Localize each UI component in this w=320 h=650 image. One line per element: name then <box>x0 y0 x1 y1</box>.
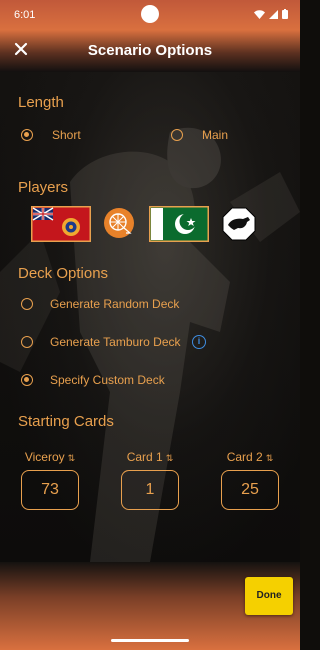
viceroy-card-input[interactable]: 73 <box>21 470 79 510</box>
system-icons <box>254 9 288 19</box>
camera-cutout <box>141 5 159 23</box>
starting-cards-section-title: Starting Cards <box>18 413 114 430</box>
players-section-title: Players <box>18 179 69 196</box>
deck-custom-label[interactable]: Specify Custom Deck <box>50 373 165 387</box>
length-short-radio[interactable] <box>21 129 33 141</box>
sort-icon: ⇅ <box>265 453 274 463</box>
spinning-wheel-icon[interactable] <box>104 208 134 238</box>
card1-input[interactable]: 1 <box>121 470 179 510</box>
deck-tamburo-radio[interactable] <box>21 336 33 348</box>
app-bar: Scenario Options <box>0 30 300 72</box>
deck-random-radio[interactable] <box>21 298 33 310</box>
done-button[interactable]: Done <box>245 577 293 615</box>
status-bar: 6:01 <box>0 0 300 30</box>
tiger-icon[interactable] <box>222 207 256 241</box>
viceroy-column-header[interactable]: Viceroy ⇅ <box>15 450 85 464</box>
deck-random-label[interactable]: Generate Random Deck <box>50 297 179 311</box>
deck-options-section-title: Deck Options <box>18 265 109 282</box>
length-main-radio[interactable] <box>171 129 183 141</box>
sort-icon: ⇅ <box>67 453 76 463</box>
wifi-icon <box>254 9 265 19</box>
info-icon[interactable]: i <box>192 335 206 349</box>
signal-icon <box>269 9 278 19</box>
deck-tamburo-label[interactable]: Generate Tamburo Deck <box>50 335 181 349</box>
card1-label: Card 1 <box>126 450 163 464</box>
card2-label: Card 2 <box>226 450 263 464</box>
length-section-title: Length <box>18 94 64 111</box>
length-main-label[interactable]: Main <box>202 128 228 142</box>
status-time: 6:01 <box>14 9 36 21</box>
length-short-label[interactable]: Short <box>52 128 81 142</box>
battery-icon <box>282 9 288 19</box>
deck-custom-radio[interactable] <box>21 374 33 386</box>
scenario-options-content: Length Short Main Players Deck Options G… <box>0 72 300 562</box>
raj-flag-icon[interactable] <box>31 206 91 242</box>
card2-input[interactable]: 25 <box>221 470 279 510</box>
viceroy-label: Viceroy <box>24 450 65 464</box>
sort-icon: ⇅ <box>165 453 174 463</box>
page-title: Scenario Options <box>87 42 213 59</box>
home-indicator[interactable] <box>111 639 189 642</box>
card1-column-header[interactable]: Card 1 ⇅ <box>115 450 185 464</box>
pakistan-flag-icon[interactable] <box>149 206 209 242</box>
card2-column-header[interactable]: Card 2 ⇅ <box>215 450 285 464</box>
